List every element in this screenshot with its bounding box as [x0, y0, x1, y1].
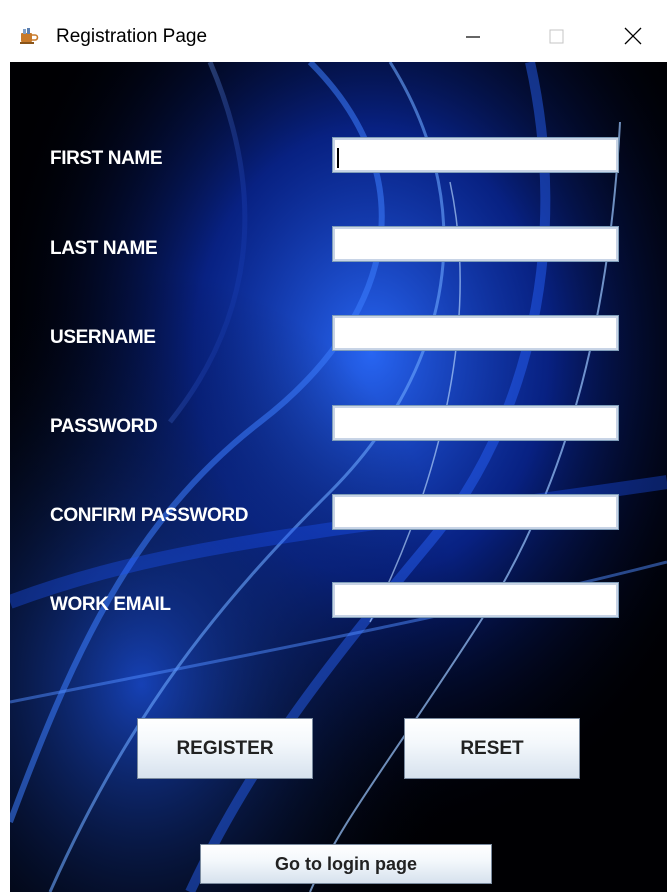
maximize-icon — [546, 26, 566, 51]
password-label: PASSWORD — [50, 416, 158, 437]
title-bar[interactable]: Registration Page — [0, 0, 667, 62]
window-border — [0, 62, 10, 892]
work-email-input[interactable] — [332, 582, 619, 618]
form-panel: FIRST NAME LAST NAME USERNAME PASSWORD C… — [10, 62, 667, 892]
password-input[interactable] — [332, 405, 619, 441]
username-label: USERNAME — [50, 327, 156, 348]
first-name-label: FIRST NAME — [50, 148, 163, 169]
first-name-input[interactable] — [332, 137, 619, 173]
register-button[interactable]: REGISTER — [137, 718, 313, 779]
last-name-label: LAST NAME — [50, 238, 158, 259]
minimize-icon — [463, 26, 483, 51]
text-caret — [337, 148, 339, 168]
close-button[interactable] — [605, 14, 661, 62]
username-input[interactable] — [332, 315, 619, 351]
close-icon — [622, 25, 644, 52]
window-title: Registration Page — [56, 26, 208, 47]
reset-button[interactable]: RESET — [404, 718, 580, 779]
work-email-label: WORK EMAIL — [50, 594, 171, 615]
maximize-button[interactable] — [528, 14, 584, 62]
java-cup-icon — [19, 27, 39, 45]
go-to-login-button[interactable]: Go to login page — [200, 844, 492, 884]
registration-window: Registration Page FIRST NAME LAST NAME U… — [0, 0, 667, 892]
confirm-password-label: CONFIRM PASSWORD — [50, 505, 249, 526]
confirm-password-input[interactable] — [332, 494, 619, 530]
minimize-button[interactable] — [445, 14, 501, 62]
last-name-input[interactable] — [332, 226, 619, 262]
